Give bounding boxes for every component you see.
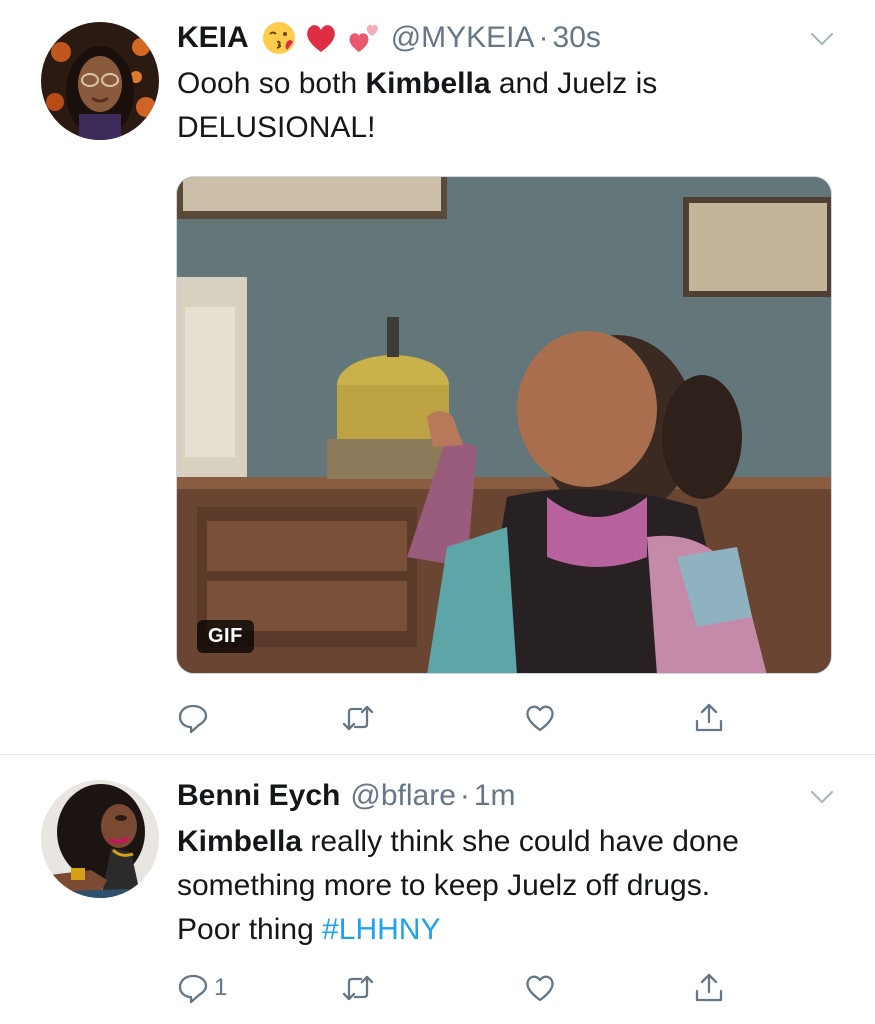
text-line: something more to keep Juelz off drugs. [177, 869, 711, 902]
gif-badge: GIF [197, 620, 254, 653]
text-line: DELUSIONAL! [177, 111, 376, 144]
display-name[interactable]: Benni Eych [177, 779, 340, 813]
text-segment: Poor thing [177, 913, 323, 946]
separator-dot: · [459, 779, 470, 812]
retweet-icon [342, 975, 374, 1001]
reply-button[interactable] [176, 698, 210, 738]
text-segment: really think she could have done [302, 825, 739, 858]
two-hearts-emoji [349, 24, 378, 52]
tweet-text: Oooh so both Kimbella and Juelz is DELUS… [177, 62, 837, 150]
text-bold: Kimbella [177, 825, 303, 858]
chevron-down-icon[interactable] [809, 784, 835, 810]
like-button[interactable] [523, 698, 557, 738]
retweet-icon [342, 705, 374, 731]
display-name[interactable]: KEIA [177, 21, 249, 55]
gif-media[interactable]: GIF [176, 176, 832, 674]
tweet[interactable]: KEIA @MYKEIA · 30s Oooh so both Kimbella [0, 0, 875, 755]
timestamp[interactable]: 1m [474, 779, 516, 813]
kissing-face-emoji [262, 22, 295, 54]
avatar[interactable] [41, 780, 159, 898]
user-handle[interactable]: @MYKEIA [391, 21, 535, 55]
reply-icon [178, 704, 208, 734]
like-icon [526, 975, 554, 1002]
text-segment: Oooh so both [177, 67, 366, 100]
tweet-actions [0, 698, 875, 738]
share-button[interactable] [692, 968, 726, 1008]
like-icon [526, 705, 554, 732]
chevron-down-icon[interactable] [809, 26, 835, 52]
user-handle[interactable]: @bflare [350, 779, 456, 813]
retweet-button[interactable] [341, 968, 375, 1008]
tweet-header: Benni Eych @bflare · 1m [177, 776, 516, 816]
share-button[interactable] [692, 698, 726, 738]
reply-count: 1 [214, 974, 228, 1001]
reply-button[interactable]: 1 [176, 968, 227, 1008]
like-button[interactable] [523, 968, 557, 1008]
tweet-header: KEIA @MYKEIA · 30s [177, 18, 601, 58]
avatar[interactable] [41, 22, 159, 140]
tweet[interactable]: Benni Eych @bflare · 1m Kimbella really … [0, 756, 875, 1024]
red-heart-emoji [306, 25, 335, 52]
avatar-image [41, 22, 159, 140]
timestamp[interactable]: 30s [553, 21, 601, 55]
separator-dot: · [538, 21, 549, 54]
hashtag-link[interactable]: #LHHNY [322, 913, 440, 946]
text-segment: and Juelz is [490, 67, 658, 100]
avatar-image [41, 780, 159, 898]
gif-image [177, 177, 831, 673]
share-icon [695, 973, 723, 1002]
name-emojis [261, 20, 381, 56]
retweet-button[interactable] [341, 698, 375, 738]
reply-icon [178, 974, 208, 1004]
tweet-actions: 1 [0, 968, 875, 1008]
text-bold: Kimbella [365, 67, 491, 100]
tweet-text: Kimbella really think she could have don… [177, 820, 837, 952]
share-icon [695, 703, 723, 732]
